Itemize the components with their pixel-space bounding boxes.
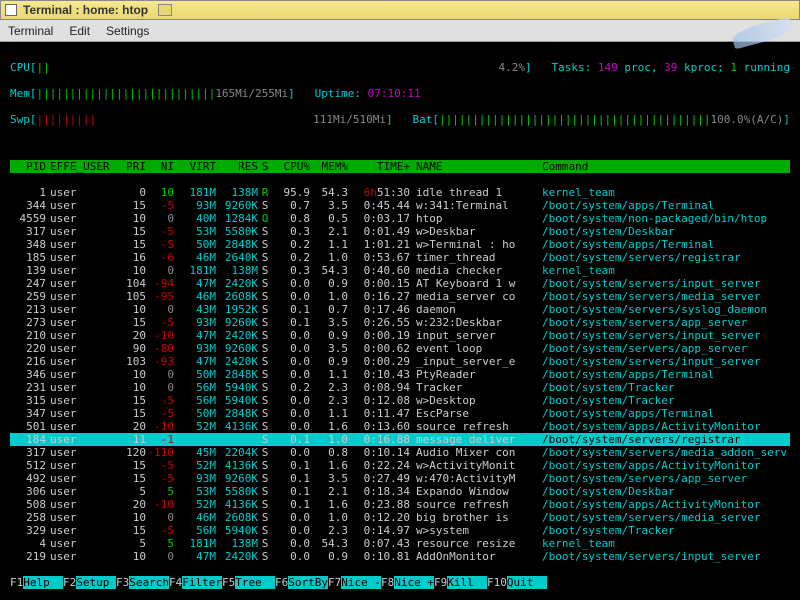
process-row[interactable]: 216user103-9347M2420KS0.00.90:00.29_inpu… <box>10 355 790 368</box>
fkey-f5[interactable]: F5Tree <box>222 576 275 589</box>
fkey-f3[interactable]: F3Search <box>116 576 169 589</box>
terminal-output[interactable]: CPU[||4.2%] Tasks: 149 proc, 39 kproc; 1… <box>0 42 800 600</box>
process-row[interactable]: 231user10056M5940KS0.22.30:08.94Tracker/… <box>10 381 790 394</box>
process-row[interactable]: 315user15-556M5940KS0.02.30:12.08w>Deskt… <box>10 394 790 407</box>
process-row[interactable]: 306user5553M5580KS0.12.10:18.34Expando W… <box>10 485 790 498</box>
fkey-f1[interactable]: F1Help <box>10 576 63 589</box>
process-row[interactable]: 273user15-593M9260KS0.13.50:26.55w:232:D… <box>10 316 790 329</box>
process-row[interactable]: 219user10047M2420KS0.00.90:10.81AddOnMon… <box>10 550 790 563</box>
fkey-f9[interactable]: F9Kill <box>434 576 487 589</box>
swp-label: Swp <box>10 113 30 126</box>
process-header[interactable]: PIDEFFE_USERPRINIVIRTRESSCPU%MEM%TIME+NA… <box>10 160 790 173</box>
process-row[interactable]: 346user10050M2848KS0.01.10:10.43PtyReade… <box>10 368 790 381</box>
process-row[interactable]: 210user20-1047M2420KS0.00.90:00.19input_… <box>10 329 790 342</box>
process-row[interactable]: 347user15-550M2848KS0.01.10:11.47EscPars… <box>10 407 790 420</box>
window-titlebar[interactable]: Terminal : home: htop <box>0 0 800 20</box>
fkey-f4[interactable]: F4Filter <box>169 576 222 589</box>
process-row[interactable]: 508user20-1052M4136KS0.11.60:23.88source… <box>10 498 790 511</box>
process-row[interactable]: 348user15-550M2848KS0.21.11:01.21w>Termi… <box>10 238 790 251</box>
tab-icon[interactable] <box>158 4 172 16</box>
close-icon[interactable] <box>5 4 17 16</box>
process-row[interactable]: 4user55181M138MS0.054.30:07.43resource r… <box>10 537 790 550</box>
process-row[interactable]: 317user120-11045M2204KS0.00.80:10.14Audi… <box>10 446 790 459</box>
process-row[interactable]: 501user20-1052M4136KS0.01.60:13.60source… <box>10 420 790 433</box>
cpu-label: CPU <box>10 61 30 74</box>
process-row[interactable]: 492user15-593M9260KS0.13.50:27.49w:470:A… <box>10 472 790 485</box>
process-row[interactable]: 329user15-556M5940KS0.02.30:14.97w>syste… <box>10 524 790 537</box>
fkey-f7[interactable]: F7Nice - <box>328 576 381 589</box>
function-keys: F1Help F2Setup F3SearchF4FilterF5Tree F6… <box>10 576 790 589</box>
process-row[interactable]: 259user105-9546M2608KS0.01.00:16.27media… <box>10 290 790 303</box>
fkey-f10[interactable]: F10Quit <box>487 576 547 589</box>
fkey-f2[interactable]: F2Setup <box>63 576 116 589</box>
window-title: Terminal : home: htop <box>23 3 148 17</box>
menu-terminal[interactable]: Terminal <box>8 24 53 38</box>
process-row[interactable]: 344user15-593M9260KS0.73.50:45.44w:341:T… <box>10 199 790 212</box>
menu-settings[interactable]: Settings <box>106 24 149 38</box>
fkey-f6[interactable]: F6SortBy <box>275 576 328 589</box>
process-row[interactable]: 220user90-8093M9260KS0.03.50:00.62event … <box>10 342 790 355</box>
mem-label: Mem <box>10 87 30 100</box>
menu-edit[interactable]: Edit <box>69 24 90 38</box>
process-row[interactable]: 213user10043M1952KS0.10.70:17.46daemon/b… <box>10 303 790 316</box>
process-row[interactable]: 139user100181M138MS0.354.30:40.60media c… <box>10 264 790 277</box>
process-row[interactable]: 258user10046M2608KS0.01.00:12.20big brot… <box>10 511 790 524</box>
process-row[interactable]: 184user11-146M2640KS0.11.00:16.88message… <box>10 433 790 446</box>
process-row[interactable]: 185user16-646M2640KS0.21.00:53.67timer_t… <box>10 251 790 264</box>
process-row[interactable]: 4559user10040M1284KO0.80.50:03.17htop/bo… <box>10 212 790 225</box>
process-row[interactable]: 317user15-553M5580KS0.32.10:01.49w>Deskb… <box>10 225 790 238</box>
process-row[interactable]: 1user010181M138MR95.954.36h51:30idle thr… <box>10 186 790 199</box>
menubar: Terminal Edit Settings <box>0 20 800 42</box>
process-row[interactable]: 512user15-552M4136KS0.11.60:22.24w>Activ… <box>10 459 790 472</box>
process-row[interactable]: 247user104-9447M2420KS0.00.90:00.15AT Ke… <box>10 277 790 290</box>
fkey-f8[interactable]: F8Nice + <box>381 576 434 589</box>
